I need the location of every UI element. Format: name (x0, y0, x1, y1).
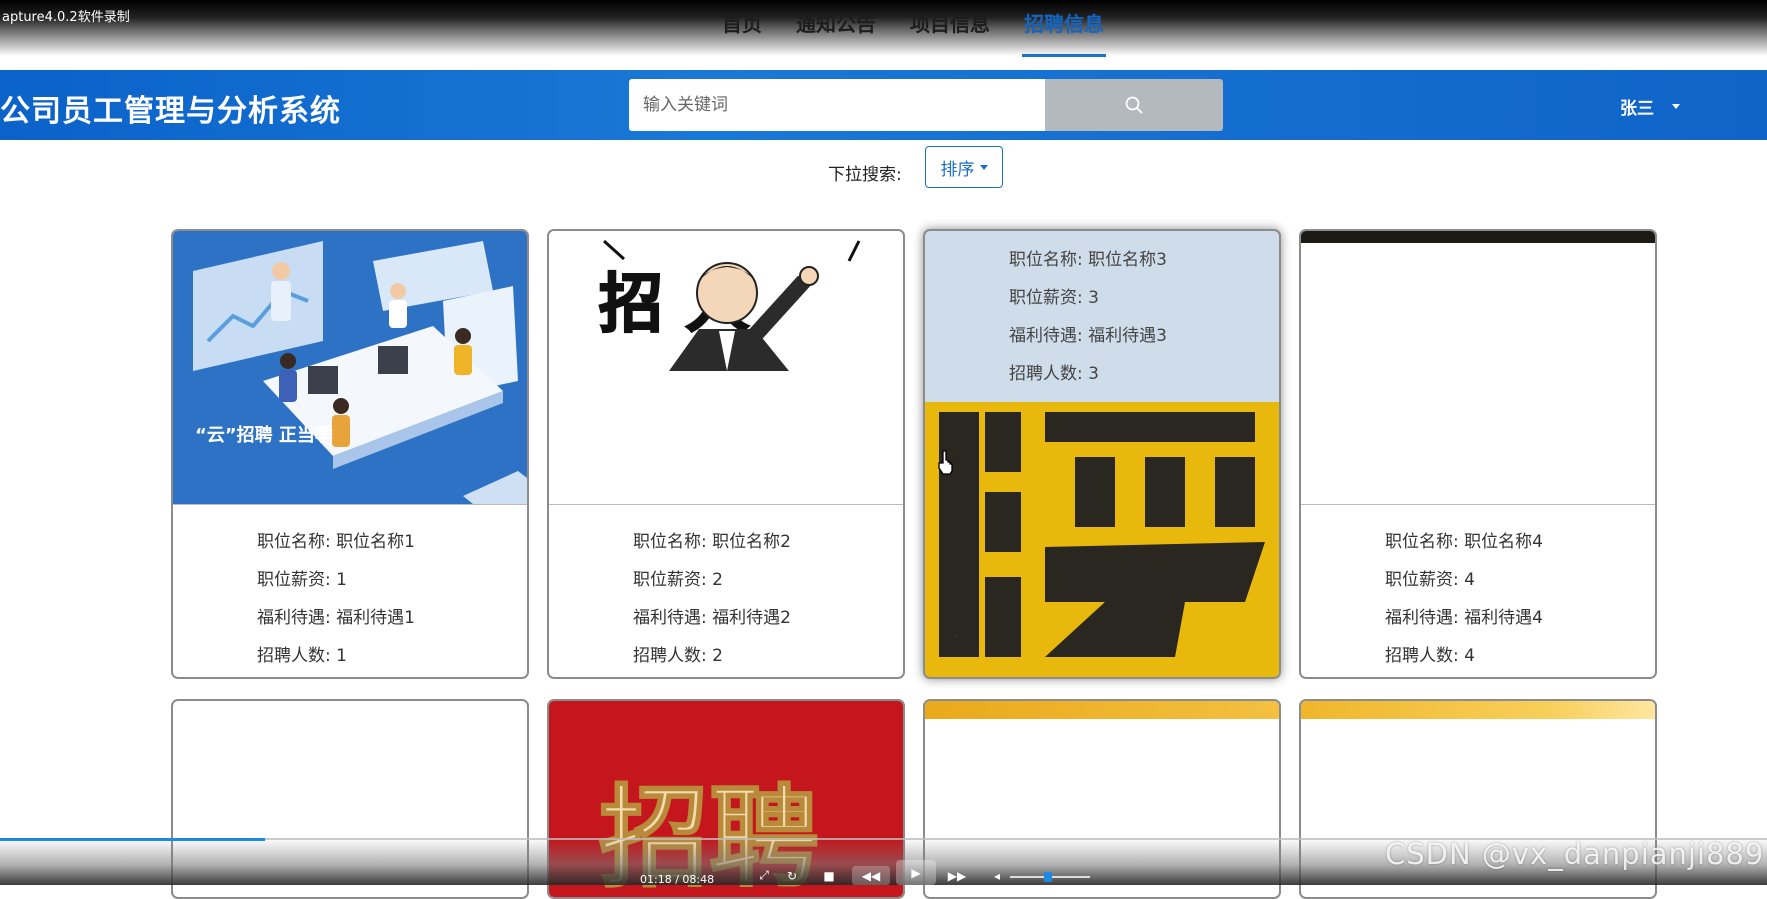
search-icon (1125, 96, 1143, 114)
job-welfare: 福利待遇: 福利待遇2 (633, 608, 791, 628)
job-count: 招聘人数: 1 (257, 646, 347, 666)
job-card[interactable]: “云”招聘 正当季 职位名称: 职位名称1 职位薪资: 1 福利待遇: 福利待遇… (171, 229, 529, 679)
job-image (925, 701, 1279, 719)
sort-dropdown[interactable]: 排序 (925, 146, 1003, 188)
volume-slider[interactable] (1010, 872, 1090, 882)
job-salary: 职位薪资: 1 (257, 570, 347, 590)
main-nav: 首页 通知公告 项目信息 招聘信息 (720, 8, 1106, 63)
job-image (1301, 701, 1655, 719)
job-count: 招聘人数: 3 (1009, 364, 1099, 384)
search-input[interactable] (629, 79, 1045, 131)
job-name: 职位名称: 职位名称4 (1385, 532, 1543, 552)
job-count: 招聘人数: 4 (1385, 646, 1475, 666)
job-image: 招 人 (549, 231, 903, 504)
site-title: 公司员工管理与分析系统 (0, 94, 341, 129)
filter-label: 下拉搜索: (828, 165, 902, 185)
job-card[interactable]: 职位名称: 职位名称4 职位薪资: 4 福利待遇: 福利待遇4 招聘人数: 4 (1299, 229, 1657, 679)
search-button[interactable] (1045, 79, 1223, 131)
volume-icon[interactable]: ◂ (990, 866, 1004, 885)
job-welfare: 福利待遇: 福利待遇3 (1009, 326, 1167, 346)
site-header: 公司员工管理与分析系统 张三 (0, 70, 1767, 140)
job-salary: 职位薪资: 4 (1385, 570, 1475, 590)
sort-label: 排序 (940, 159, 975, 180)
job-welfare: 福利待遇: 福利待遇1 (257, 608, 415, 628)
video-time: 01:18 / 08:48 (640, 873, 715, 886)
video-progress-fill (0, 838, 266, 841)
job-name: 职位名称: 职位名称1 (257, 532, 415, 552)
job-info: 职位名称: 职位名称4 职位薪资: 4 福利待遇: 福利待遇4 招聘人数: 4 (1301, 504, 1655, 677)
nav-home[interactable]: 首页 (720, 8, 764, 63)
stop-icon[interactable]: ■ (822, 866, 836, 885)
job-card-hovered[interactable]: 职位名称: 职位名称3 职位薪资: 3 福利待遇: 福利待遇3 招聘人数: 3 … (923, 229, 1281, 679)
hand-cursor-icon (938, 450, 953, 475)
recorder-label: apture4.0.2软件录制 (2, 10, 130, 25)
job-image: 聘 (925, 402, 1279, 677)
fast-forward-icon[interactable]: ▶▶ (942, 866, 972, 885)
watermark: CSDN @vx_danpianji889 (1385, 837, 1765, 871)
job-count: 招聘人数: 2 (633, 646, 723, 666)
user-name: 张三 (1620, 99, 1654, 119)
job-info: 职位名称: 职位名称1 职位薪资: 1 福利待遇: 福利待遇1 招聘人数: 1 (173, 504, 527, 677)
job-info: 职位名称: 职位名称2 职位薪资: 2 福利待遇: 福利待遇2 招聘人数: 2 (549, 504, 903, 677)
card-image-text: “云”招聘 正当季 (195, 424, 333, 446)
chevron-down-icon (1672, 104, 1680, 109)
loop-icon[interactable]: ↻ (784, 866, 800, 885)
job-salary: 职位薪资: 2 (633, 570, 723, 590)
job-image (1301, 231, 1655, 504)
job-info: 职位名称: 职位名称3 职位薪资: 3 福利待遇: 福利待遇3 招聘人数: 3 (925, 231, 1279, 401)
volume-handle[interactable] (1044, 872, 1052, 882)
fullscreen-icon[interactable]: ⤢ (756, 866, 772, 885)
nav-recruitment[interactable]: 招聘信息 (1022, 8, 1106, 63)
nav-projects[interactable]: 项目信息 (908, 8, 992, 63)
nav-notices[interactable]: 通知公告 (794, 8, 878, 63)
user-menu[interactable]: 张三 (1620, 94, 1680, 119)
play-icon[interactable]: ▶ (896, 860, 936, 885)
rewind-icon[interactable]: ◀◀ (852, 866, 890, 885)
job-name: 职位名称: 职位名称2 (633, 532, 791, 552)
job-card[interactable]: 招 人 职位名称: 职位名称2 职位薪资: 2 福利待遇: 福利待遇2 招聘人数… (547, 229, 905, 679)
job-welfare: 福利待遇: 福利待遇4 (1385, 608, 1543, 628)
job-name: 职位名称: 职位名称3 (1009, 250, 1167, 270)
job-image: “云”招聘 正当季 (173, 231, 527, 504)
job-salary: 职位薪资: 3 (1009, 288, 1099, 308)
chevron-down-icon (979, 164, 988, 170)
